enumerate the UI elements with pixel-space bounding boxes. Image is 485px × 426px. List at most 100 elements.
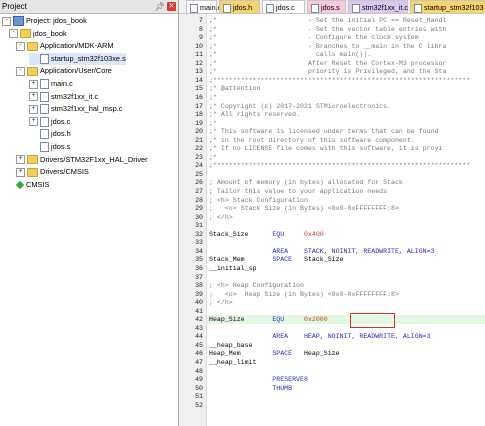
expand-icon[interactable]: + bbox=[16, 167, 25, 177]
file-icon bbox=[266, 4, 274, 13]
tree-item-1[interactable]: - jdos_book bbox=[9, 28, 67, 40]
code-line: Stack_Mem SPACE Stack_Size bbox=[209, 256, 344, 264]
file-icon bbox=[40, 104, 49, 115]
line-number: 33 bbox=[195, 239, 203, 247]
tab-0[interactable]: main.c bbox=[186, 0, 221, 13]
tree-item-4[interactable]: - Application/User/Core bbox=[16, 65, 112, 77]
line-number: 29 bbox=[195, 205, 203, 213]
project-panel-title: Project bbox=[2, 2, 27, 11]
file-icon bbox=[40, 129, 49, 140]
line-number: 26 bbox=[195, 179, 203, 187]
project-icon bbox=[13, 16, 24, 27]
folder-icon bbox=[20, 29, 31, 39]
tree-item-label: Project: jdos_book bbox=[26, 16, 87, 25]
line-number: 38 bbox=[195, 282, 203, 290]
line-number: 49 bbox=[195, 376, 203, 384]
line-number: 40 bbox=[195, 299, 203, 307]
line-number: 24 bbox=[195, 162, 203, 170]
tree-item-label: stm32f1xx_hal_msp.c bbox=[51, 104, 123, 114]
code-line: ;***************************************… bbox=[209, 162, 471, 170]
tree-item-9[interactable]: jdos.h bbox=[29, 128, 71, 140]
tree-item-label: jdos.s bbox=[51, 142, 71, 151]
line-number: 39 bbox=[195, 290, 203, 298]
line-number-gutter: 7 8 9 10 11 12 13 14 15 16 17 18 19 20 21 22 23 24 25 26 27 2… bbox=[179, 14, 207, 426]
line-number: 14 bbox=[195, 76, 203, 84]
code-line: ;* Copyright (c) 2017-2021 STMicroelectr… bbox=[209, 102, 392, 110]
code-line: ;* calls main()). bbox=[209, 51, 372, 59]
tree-item-label: Application/User/Core bbox=[40, 66, 112, 76]
close-icon[interactable]: ✕ bbox=[167, 2, 176, 11]
expand-icon[interactable]: + bbox=[29, 92, 38, 102]
file-icon bbox=[40, 116, 49, 127]
line-number: 47 bbox=[195, 359, 203, 366]
tree-item-10[interactable]: jdos.s bbox=[29, 141, 70, 153]
tree-item-label: CMSIS bbox=[26, 179, 50, 189]
tree-item-label: Drivers/CMSIS bbox=[40, 167, 89, 177]
code-line: ;* bbox=[209, 153, 217, 161]
tree-item-3[interactable]: startup_stm32f103xe.s bbox=[29, 52, 126, 65]
tab-1[interactable]: jdos.h bbox=[219, 0, 260, 13]
code-line: ;* - Configure the clock system bbox=[209, 34, 419, 42]
tree-item-0[interactable]: - Project: jdos_book bbox=[2, 15, 87, 27]
tree-item-12[interactable]: + Drivers/CMSIS bbox=[16, 166, 89, 178]
line-number: 44 bbox=[195, 333, 203, 341]
expand-icon[interactable]: + bbox=[29, 79, 38, 89]
tab-4[interactable]: stm32f1xx_it.c bbox=[348, 0, 408, 13]
line-number: 28 bbox=[195, 196, 203, 204]
collapse-icon[interactable]: - bbox=[2, 16, 11, 26]
code-line: Heap_Size EQU 0x2000 bbox=[209, 316, 328, 324]
file-icon bbox=[190, 4, 198, 13]
tree-item-6[interactable]: + stm32f1xx_it.c bbox=[29, 91, 98, 103]
tree-item-5[interactable]: + main.c bbox=[29, 78, 73, 90]
line-number: 50 bbox=[195, 384, 203, 392]
tab-label: jdos.c bbox=[276, 3, 295, 12]
folder-icon bbox=[27, 41, 38, 51]
expand-icon[interactable]: + bbox=[29, 104, 38, 114]
line-number: 13 bbox=[195, 68, 203, 76]
expand-icon[interactable]: + bbox=[16, 155, 25, 165]
code-line: PRESERVE8 bbox=[209, 376, 308, 384]
line-number: 36 bbox=[195, 264, 203, 272]
file-icon bbox=[40, 91, 49, 102]
code-line: ;* priority is Privileged, and the Sta bbox=[209, 68, 447, 76]
folder-icon bbox=[27, 66, 38, 76]
expand-icon[interactable]: + bbox=[29, 117, 38, 127]
tree-item-8[interactable]: + jdos.c bbox=[29, 116, 70, 128]
file-icon bbox=[40, 79, 49, 90]
tree-item-13[interactable]: CMSIS bbox=[15, 179, 50, 191]
line-number: 35 bbox=[195, 256, 203, 264]
line-number: 37 bbox=[195, 273, 203, 281]
code-line: ; Amount of memory (in bytes) allocated … bbox=[209, 179, 403, 187]
code-line: ;* All rights reserved. bbox=[209, 111, 301, 119]
tab-2[interactable]: jdos.c bbox=[262, 0, 305, 13]
tab-3[interactable]: jdos.s bbox=[307, 0, 346, 13]
pin-icon[interactable]: 📌︎ bbox=[155, 0, 165, 13]
tree-item-label: jdos.c bbox=[51, 116, 71, 126]
code-line: AREA HEAP, NOINIT, READWRITE, ALIGN=3 bbox=[272, 333, 431, 341]
collapse-icon[interactable]: - bbox=[16, 66, 25, 76]
line-number: 12 bbox=[195, 59, 203, 67]
code-line: ;* bbox=[209, 93, 217, 101]
code-area[interactable]: ;* - Set the initial PC == Reset_Handl ;*… bbox=[207, 14, 485, 426]
line-number: 46 bbox=[195, 350, 203, 358]
line-number: 8 bbox=[199, 25, 203, 33]
tree-item-11[interactable]: + Drivers/STM32F1xx_HAL_Driver bbox=[16, 154, 148, 166]
line-number: 17 bbox=[195, 102, 203, 110]
collapse-icon[interactable]: - bbox=[9, 29, 18, 39]
tab-5[interactable]: startup_stm32f103 bbox=[410, 0, 485, 13]
code-line: ;* @attention bbox=[209, 85, 261, 93]
code-line: ;* - Set the vector table entries with bbox=[209, 25, 447, 33]
line-number: 43 bbox=[195, 324, 203, 332]
tab-label: stm32f1xx_it.c bbox=[362, 3, 408, 12]
line-number: 22 bbox=[195, 145, 203, 153]
tree-item-7[interactable]: + stm32f1xx_hal_msp.c bbox=[29, 103, 122, 115]
tree-item-2[interactable]: - Application/MDK-ARM bbox=[16, 40, 114, 52]
line-number: 9 bbox=[199, 34, 203, 42]
line-number: 10 bbox=[195, 42, 203, 50]
code-line: THUMB bbox=[209, 384, 293, 392]
line-number: 19 bbox=[195, 119, 203, 127]
collapse-icon[interactable]: - bbox=[16, 41, 25, 51]
code-line: __heap_limit bbox=[209, 359, 257, 366]
line-number: 20 bbox=[195, 128, 203, 136]
code-line: __initial_sp bbox=[209, 264, 257, 272]
